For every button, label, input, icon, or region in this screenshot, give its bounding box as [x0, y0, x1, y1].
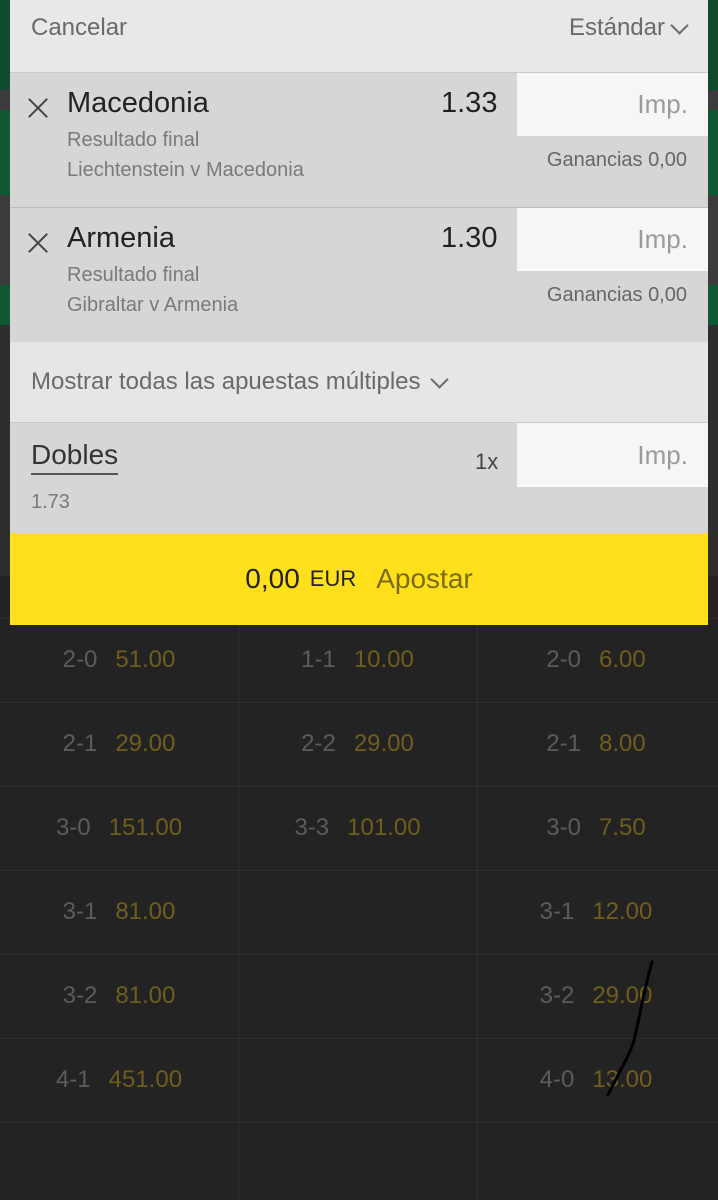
selection-row: Macedonia 1.33 Resultado final Liechtens… — [10, 73, 708, 208]
remove-selection-icon[interactable] — [27, 232, 49, 254]
doubles-stake-input[interactable] — [517, 423, 708, 487]
doubles-odds: 1.73 — [31, 491, 70, 513]
selection-market: Resultado final — [67, 264, 200, 286]
stake-input[interactable] — [517, 208, 708, 271]
score-label: 3-1 — [539, 898, 575, 925]
selection-name: Armenia — [67, 222, 175, 254]
remove-selection-icon[interactable] — [27, 97, 49, 119]
score-odds: 81.00 — [115, 982, 176, 1009]
doubles-multiplier: 1x — [475, 449, 499, 474]
score-cell[interactable]: 3-1 81.00 — [0, 870, 238, 954]
grid-divider — [477, 576, 478, 1200]
chevron-down-icon — [429, 369, 449, 389]
score-label: 2-2 — [301, 730, 336, 757]
mode-dropdown[interactable]: Estándar — [568, 14, 689, 42]
selection-odds: 1.33 — [441, 87, 498, 119]
score-cell[interactable]: 2-0 51.00 — [0, 618, 238, 702]
score-odds: 151.00 — [108, 814, 183, 841]
score-label: 2-0 — [62, 646, 98, 673]
score-label: 3-0 — [55, 814, 91, 841]
score-cell[interactable]: 3-0 7.50 — [477, 786, 715, 870]
bet-currency: EUR — [309, 566, 357, 591]
chevron-down-icon — [670, 15, 689, 35]
score-cell[interactable]: 4-0 13.00 — [477, 1038, 715, 1122]
score-label: 1-1 — [301, 646, 336, 673]
scribble-mark — [606, 960, 654, 1097]
score-cell[interactable]: 3-2 29.00 — [477, 954, 715, 1038]
score-odds: 29.00 — [115, 730, 176, 757]
score-odds: 10.00 — [353, 646, 414, 673]
score-odds: 51.00 — [115, 646, 176, 673]
score-label: 4-0 — [539, 1066, 575, 1093]
score-label: 2-1 — [62, 730, 98, 757]
bet-total-amount: 0,00 — [245, 563, 300, 594]
selection-market: Resultado final — [67, 129, 200, 151]
winnings-label: Ganancias 0,00 — [546, 149, 687, 171]
selection-event: Gibraltar v Armenia — [67, 294, 239, 316]
score-odds: 8.00 — [598, 730, 646, 757]
selection-row: Armenia 1.30 Resultado final Gibraltar v… — [10, 208, 708, 343]
selection-event: Liechtenstein v Macedonia — [67, 159, 304, 181]
score-cell[interactable]: 2-2 29.00 — [239, 702, 477, 786]
score-label: 3-3 — [294, 814, 330, 841]
score-label: 3-0 — [546, 814, 581, 841]
score-cell[interactable]: 3-3 101.00 — [239, 786, 477, 870]
score-cell[interactable]: 3-2 81.00 — [0, 954, 238, 1038]
score-cell[interactable]: 3-0 151.00 — [0, 786, 238, 870]
score-odds: 7.50 — [598, 814, 646, 841]
score-cell[interactable]: 4-1 451.00 — [0, 1038, 238, 1122]
score-label: 2-1 — [546, 730, 581, 757]
score-label: 3-1 — [62, 898, 98, 925]
place-bet-label: Apostar — [376, 563, 473, 594]
score-label: 2-0 — [546, 646, 581, 673]
betslip-header: Cancelar Estándar — [10, 0, 708, 73]
background-strip-right — [708, 0, 718, 576]
show-multiples-toggle[interactable]: Mostrar todas las apuestas múltiples — [10, 342, 708, 423]
score-odds: 6.00 — [598, 646, 646, 673]
score-odds: 29.00 — [353, 730, 414, 757]
score-odds: 12.00 — [592, 898, 653, 925]
score-label: 3-2 — [62, 982, 98, 1009]
winnings-label: Ganancias 0,00 — [546, 284, 687, 306]
score-label: 4-1 — [55, 1066, 91, 1093]
betslip-modal: Cancelar Estándar Macedonia 1.33 Resulta… — [10, 0, 708, 625]
multiples-label: Mostrar todas las apuestas múltiples — [31, 368, 421, 395]
multiples-label-group: Mostrar todas las apuestas múltiples — [31, 368, 449, 396]
score-cell[interactable]: 3-1 12.00 — [477, 870, 715, 954]
place-bet-button[interactable]: 0,00 EUR Apostar — [10, 533, 708, 625]
score-odds: 81.00 — [115, 898, 176, 925]
grid-divider — [238, 576, 239, 1200]
mode-label: Estándar — [568, 14, 665, 41]
cancel-button[interactable]: Cancelar — [31, 14, 127, 42]
score-grid: 1-021.000-012.001-05.002-051.001-110.002… — [0, 562, 718, 1200]
stake-input[interactable] — [517, 73, 708, 136]
score-cell[interactable]: 1-1 10.00 — [239, 618, 477, 702]
doubles-row: Dobles 1.73 1x — [10, 423, 708, 532]
selection-odds: 1.30 — [441, 222, 498, 254]
selection-name: Macedonia — [67, 87, 209, 119]
doubles-link[interactable]: Dobles — [31, 439, 119, 475]
score-cell[interactable]: 2-1 8.00 — [477, 702, 715, 786]
score-odds: 451.00 — [108, 1066, 183, 1093]
score-cell[interactable]: 2-0 6.00 — [477, 618, 715, 702]
background-strip-left — [0, 0, 10, 576]
score-label: 3-2 — [539, 982, 575, 1009]
score-odds: 101.00 — [347, 814, 421, 841]
score-cell[interactable]: 2-1 29.00 — [0, 702, 238, 786]
